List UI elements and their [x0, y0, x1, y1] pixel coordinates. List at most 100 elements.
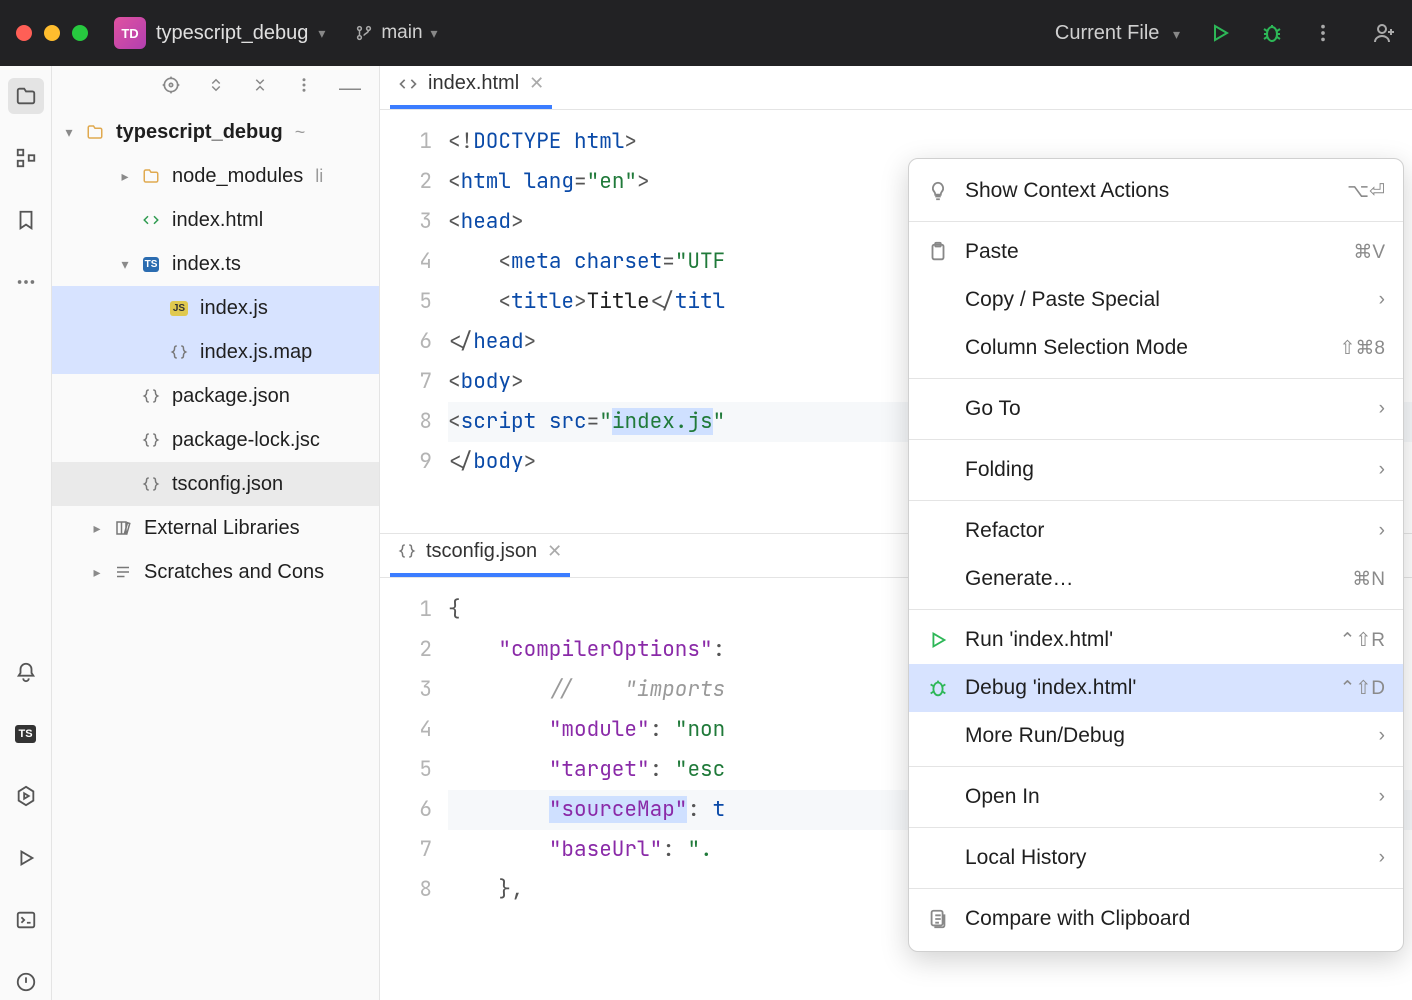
menu-shortcut: ⌥⏎: [1347, 180, 1385, 203]
run-tool-button[interactable]: [8, 840, 44, 876]
close-tab-button[interactable]: ✕: [529, 73, 544, 94]
menu-item[interactable]: Go To›: [909, 385, 1403, 433]
project-view: — ▾typescript_debug~▸node_modulesliindex…: [52, 66, 380, 1000]
menu-separator: [909, 766, 1403, 767]
menu-shortcut: ⌃⇧D: [1339, 677, 1385, 700]
compare-icon: [925, 908, 951, 930]
tree-item[interactable]: JSindex.js: [52, 286, 379, 330]
project-tool-button[interactable]: [8, 78, 44, 114]
close-window-button[interactable]: [16, 25, 32, 41]
tree-item[interactable]: package.json: [52, 374, 379, 418]
context-menu[interactable]: Show Context Actions⌥⏎Paste⌘VCopy / Past…: [908, 158, 1404, 952]
chevron-down-icon[interactable]: ▾: [318, 25, 325, 42]
structure-tool-button[interactable]: [8, 140, 44, 176]
menu-item[interactable]: Open In›: [909, 773, 1403, 821]
structure-icon: [15, 147, 37, 169]
collapse-all-button[interactable]: [251, 76, 269, 100]
tab-label: tsconfig.json: [426, 540, 537, 563]
tab-tsconfig-json[interactable]: tsconfig.json ✕: [390, 532, 570, 577]
minimize-window-button[interactable]: [44, 25, 60, 41]
options-button[interactable]: [295, 76, 313, 100]
tree-item[interactable]: ▾TSindex.ts: [52, 242, 379, 286]
tree-item[interactable]: package-lock.jsc: [52, 418, 379, 462]
select-opened-file-button[interactable]: [161, 75, 181, 101]
menu-item[interactable]: More Run/Debug›: [909, 712, 1403, 760]
run-config-label: Current File: [1055, 22, 1159, 44]
tree-item[interactable]: tsconfig.json: [52, 462, 379, 506]
menu-item-label: Run 'index.html': [965, 628, 1325, 652]
tree-item[interactable]: ▸External Libraries: [52, 506, 379, 550]
menu-item-label: Folding: [965, 458, 1365, 482]
run-icon: [925, 629, 951, 651]
tree-root[interactable]: ▾typescript_debug~: [52, 110, 379, 154]
tab-label: index.html: [428, 72, 519, 95]
project-tree[interactable]: ▾typescript_debug~▸node_modulesliindex.h…: [52, 110, 379, 1000]
scratch-icon: [112, 563, 134, 581]
tree-item[interactable]: ▸node_modulesli: [52, 154, 379, 198]
notifications-tool-button[interactable]: [8, 654, 44, 690]
bookmarks-tool-button[interactable]: [8, 202, 44, 238]
more-actions-button[interactable]: [1312, 22, 1334, 44]
tree-item-label: index.js.map: [200, 341, 312, 364]
menu-item-label: Copy / Paste Special: [965, 288, 1365, 312]
json-icon: [140, 475, 162, 493]
gutter: 12345678: [380, 578, 448, 1000]
typescript-tool-button[interactable]: TS: [8, 716, 44, 752]
menu-item[interactable]: Show Context Actions ⌥⏎: [909, 167, 1403, 215]
menu-item[interactable]: Paste⌘V: [909, 228, 1403, 276]
menu-item[interactable]: Debug 'index.html'⌃⇧D: [909, 664, 1403, 712]
tree-item[interactable]: index.html: [52, 198, 379, 242]
menu-item[interactable]: Folding›: [909, 446, 1403, 494]
menu-item[interactable]: Run 'index.html' ⌃⇧R: [909, 616, 1403, 664]
menu-separator: [909, 500, 1403, 501]
menu-shortcut: ⇧⌘8: [1340, 337, 1386, 360]
close-tab-button[interactable]: ✕: [547, 541, 562, 562]
menu-item[interactable]: Refactor›: [909, 507, 1403, 555]
run-config-selector[interactable]: Current File ▾: [1055, 22, 1180, 45]
debug-button[interactable]: [1260, 21, 1284, 45]
terminal-tool-button[interactable]: [8, 902, 44, 938]
tab-index-html[interactable]: index.html ✕: [390, 64, 552, 109]
menu-shortcut: ⌃⇧R: [1339, 629, 1385, 652]
menu-item[interactable]: Copy / Paste Special›: [909, 276, 1403, 324]
menu-item[interactable]: Compare with Clipboard: [909, 895, 1403, 943]
expand-all-button[interactable]: [207, 76, 225, 100]
services-tool-button[interactable]: [8, 778, 44, 814]
chevron-right-icon: ›: [1379, 398, 1385, 420]
tree-item-label: External Libraries: [144, 517, 300, 540]
problems-tool-button[interactable]: [8, 964, 44, 1000]
more-tool-button[interactable]: [8, 264, 44, 300]
play-icon: [1208, 21, 1232, 45]
folder-icon: [15, 85, 37, 107]
menu-item-label: Local History: [965, 846, 1365, 870]
terminal-icon: [15, 909, 37, 931]
tree-item-label: package-lock.jsc: [172, 429, 320, 452]
collab-button[interactable]: [1372, 21, 1396, 45]
bug-icon: [1260, 21, 1284, 45]
hexagon-play-icon: [15, 785, 37, 807]
menu-item[interactable]: Column Selection Mode ⇧⌘8: [909, 324, 1403, 372]
menu-separator: [909, 888, 1403, 889]
more-vertical-icon: [295, 76, 313, 94]
maximize-window-button[interactable]: [72, 25, 88, 41]
menu-item-label: Show Context Actions: [965, 179, 1333, 203]
branch-name: main: [381, 22, 422, 44]
hide-button[interactable]: —: [339, 75, 361, 101]
run-button[interactable]: [1208, 21, 1232, 45]
chevron-right-icon: ›: [1379, 786, 1385, 808]
more-horizontal-icon: [15, 271, 37, 293]
play-icon: [15, 847, 37, 869]
menu-item-label: Column Selection Mode: [965, 336, 1326, 360]
tree-item[interactable]: index.js.map: [52, 330, 379, 374]
branch-selector[interactable]: main ▾: [355, 22, 437, 44]
json-icon: [140, 387, 162, 405]
tree-item[interactable]: ▸Scratches and Cons: [52, 550, 379, 594]
project-name[interactable]: typescript_debug: [156, 22, 308, 45]
tree-item-label: tsconfig.json: [172, 473, 283, 496]
js-icon: JS: [168, 301, 190, 316]
menu-item[interactable]: Local History›: [909, 834, 1403, 882]
bell-icon: [15, 661, 37, 683]
menu-item[interactable]: Generate…⌘N: [909, 555, 1403, 603]
folder-icon: [140, 167, 162, 185]
chevron-down-icon: ▾: [1173, 26, 1180, 42]
